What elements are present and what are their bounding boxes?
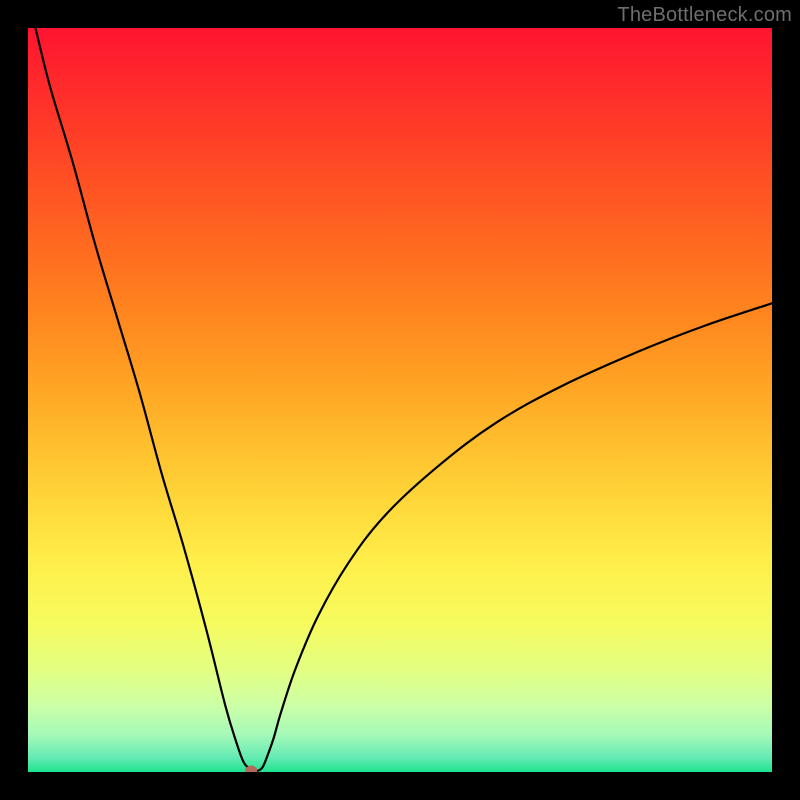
watermark-text: TheBottleneck.com — [617, 4, 792, 27]
bottleneck-curve — [35, 28, 772, 771]
chart-stage: TheBottleneck.com — [0, 0, 800, 800]
curve-layer — [28, 28, 772, 772]
curve-path — [35, 28, 772, 771]
plot-area — [28, 28, 772, 772]
